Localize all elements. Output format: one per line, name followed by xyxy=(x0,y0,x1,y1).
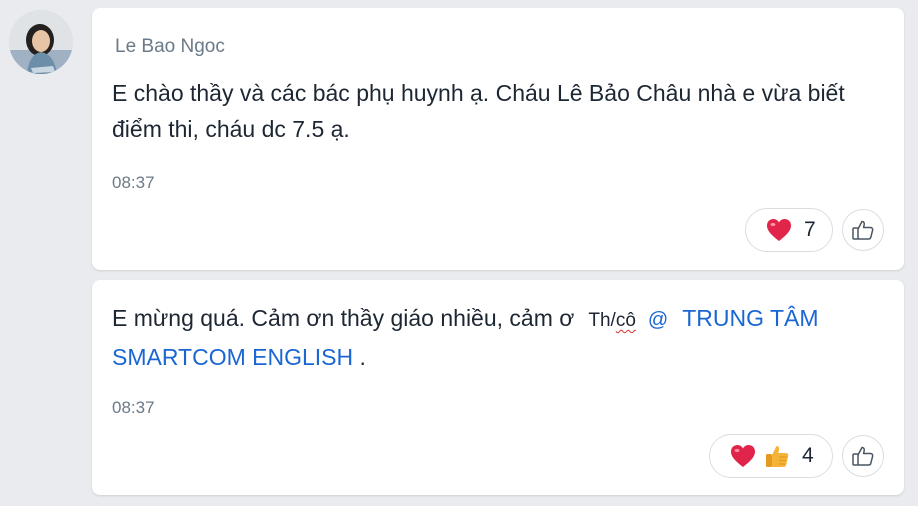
mention-input[interactable]: Th/cô xyxy=(588,310,636,331)
message-text-part: . xyxy=(353,344,366,370)
heart-icon xyxy=(766,218,792,242)
like-button[interactable] xyxy=(842,209,884,251)
thumbs-up-outline-icon xyxy=(851,444,875,468)
reaction-summary[interactable]: 4 xyxy=(709,434,833,478)
message-text: E chào thầy và các bác phụ huynh ạ. Cháu… xyxy=(112,80,845,142)
message-bubble[interactable]: E mừng quá. Cảm ơn thầy giáo nhiều, cảm … xyxy=(92,280,904,495)
reaction-summary[interactable]: 7 xyxy=(745,208,833,252)
message-time: 08:37 xyxy=(112,398,155,417)
message-text-part: E mừng quá. Cảm ơn thầy giáo nhiều, cảm … xyxy=(112,305,575,331)
reaction-count: 7 xyxy=(804,218,816,241)
message-text: E mừng quá. Cảm ơn thầy giáo nhiều, cảm … xyxy=(112,300,882,375)
mention-at-symbol: @ xyxy=(647,309,669,331)
message-time: 08:37 xyxy=(112,173,155,192)
message-bubble[interactable]: Le Bao Ngoc E chào thầy và các bác phụ h… xyxy=(92,8,904,270)
avatar[interactable] xyxy=(9,10,73,74)
thumbs-up-outline-icon xyxy=(851,218,875,242)
sender-name[interactable]: Le Bao Ngoc xyxy=(115,36,225,58)
reaction-count: 4 xyxy=(802,444,814,467)
like-button[interactable] xyxy=(842,435,884,477)
mention-input-typo: cô xyxy=(615,310,636,331)
heart-icon xyxy=(730,444,756,468)
mention-input-text: Th/ xyxy=(588,310,616,331)
thumbs-up-icon xyxy=(764,443,790,469)
